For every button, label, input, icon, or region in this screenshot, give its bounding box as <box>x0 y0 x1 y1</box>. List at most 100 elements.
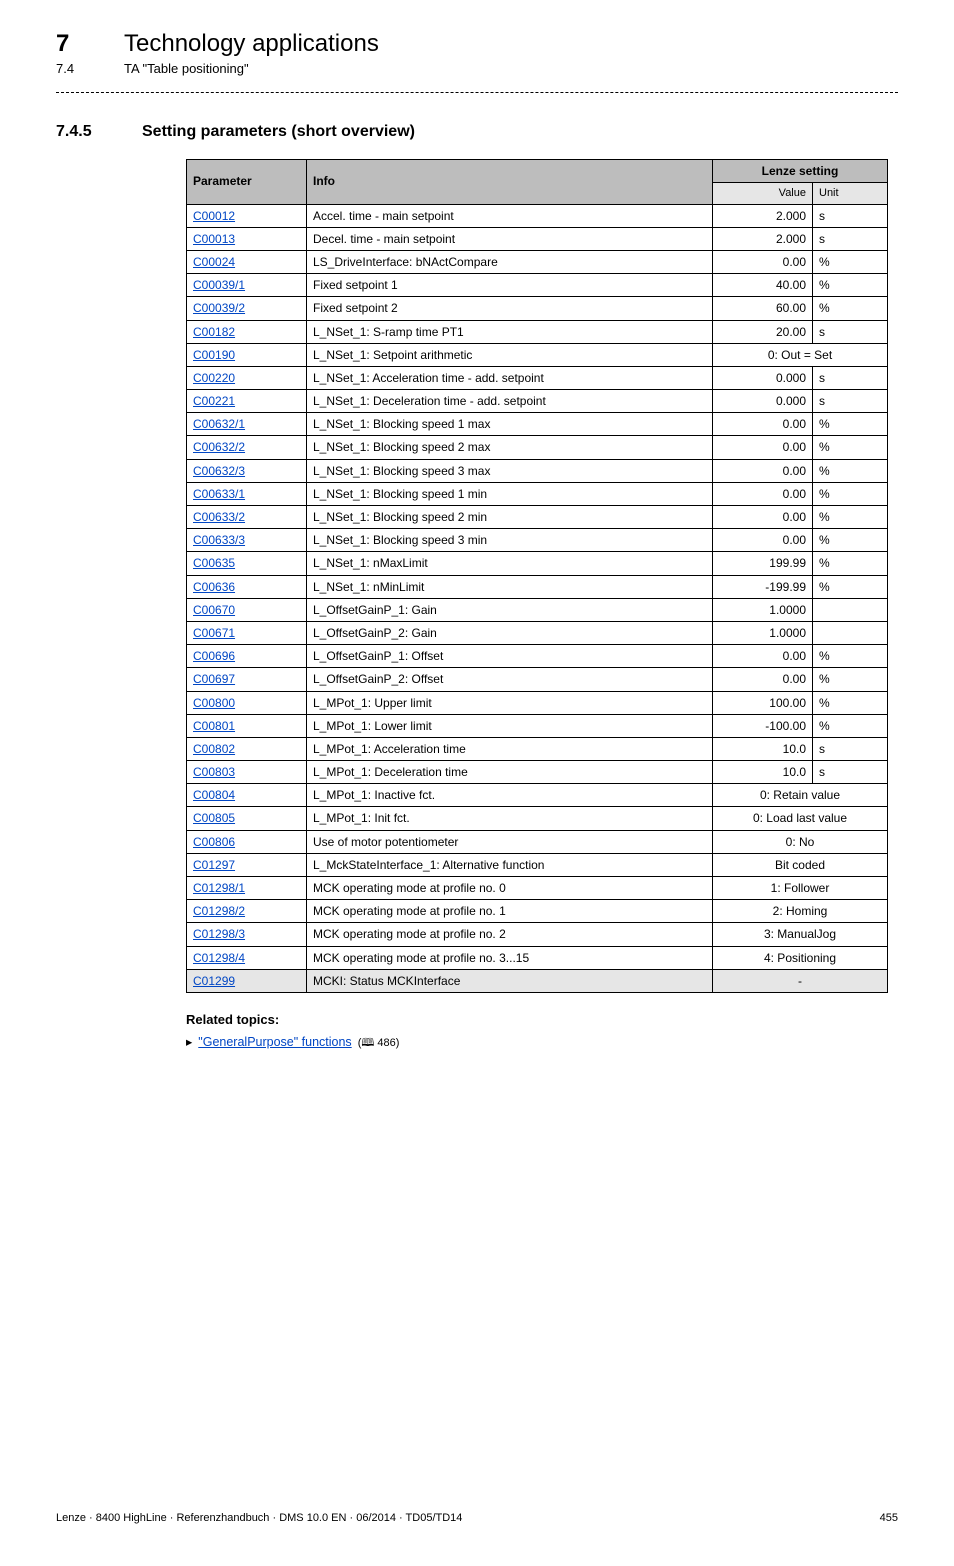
table-row: C00671L_OffsetGainP_2: Gain1.0000 <box>187 621 888 644</box>
value-cell: 0: Load last value <box>713 807 888 830</box>
table-row: C01298/2 MCK operating mode at profile no… <box>187 900 888 923</box>
unit-cell: % <box>813 506 888 529</box>
subchapter-number: 7.4 <box>56 60 106 78</box>
unit-cell: % <box>813 413 888 436</box>
param-link[interactable]: C00632/1 <box>193 417 245 431</box>
param-cell: C00632/1 <box>187 413 307 436</box>
table-header-row: Parameter Info Lenze setting <box>187 159 888 182</box>
info-cell: Fixed setpoint 1 <box>307 274 713 297</box>
info-cell: MCK operating mode at profile no. 1 <box>307 900 713 923</box>
param-link[interactable]: C00805 <box>193 811 235 825</box>
info-cell: Fixed setpoint 2 <box>307 297 713 320</box>
table-row: C01298/1 MCK operating mode at profile no… <box>187 877 888 900</box>
value-cell: - <box>713 969 888 992</box>
param-link[interactable]: C00635 <box>193 556 235 570</box>
param-link[interactable]: C00804 <box>193 788 235 802</box>
param-link[interactable]: C00039/2 <box>193 301 245 315</box>
param-link[interactable]: C00633/1 <box>193 487 245 501</box>
value-cell: 40.00 <box>713 274 813 297</box>
unit-cell: % <box>813 714 888 737</box>
param-link[interactable]: C01298/3 <box>193 927 245 941</box>
value-cell: 20.00 <box>713 320 813 343</box>
param-link[interactable]: C00220 <box>193 371 235 385</box>
param-link[interactable]: C01297 <box>193 858 235 872</box>
info-cell: L_MPot_1: Upper limit <box>307 691 713 714</box>
param-link[interactable]: C00636 <box>193 580 235 594</box>
param-cell: C00802 <box>187 737 307 760</box>
value-cell: 0.00 <box>713 506 813 529</box>
param-link[interactable]: C00801 <box>193 719 235 733</box>
param-link[interactable]: C01299 <box>193 974 235 988</box>
param-link[interactable]: C00013 <box>193 232 235 246</box>
param-link[interactable]: C01298/2 <box>193 904 245 918</box>
table-row: C00697L_OffsetGainP_2: Offset0.00% <box>187 668 888 691</box>
chapter-number: 7 <box>56 28 106 60</box>
param-cell: C00221 <box>187 390 307 413</box>
table-row: C00800L_MPot_1: Upper limit100.00% <box>187 691 888 714</box>
separator-dashed <box>56 92 898 93</box>
param-cell: C00635 <box>187 552 307 575</box>
param-link[interactable]: C00633/3 <box>193 533 245 547</box>
unit-cell: % <box>813 668 888 691</box>
table-row: C00013Decel. time - main setpoint2.000s <box>187 227 888 250</box>
unit-cell: s <box>813 737 888 760</box>
unit-cell: s <box>813 366 888 389</box>
param-link[interactable]: C00697 <box>193 672 235 686</box>
table-row: C00670L_OffsetGainP_1: Gain1.0000 <box>187 598 888 621</box>
param-link[interactable]: C00806 <box>193 835 235 849</box>
param-link[interactable]: C00802 <box>193 742 235 756</box>
unit-cell: % <box>813 691 888 714</box>
unit-cell: % <box>813 645 888 668</box>
value-cell: Bit coded <box>713 853 888 876</box>
param-cell: C00800 <box>187 691 307 714</box>
param-link[interactable]: C00632/2 <box>193 440 245 454</box>
param-link[interactable]: C00632/3 <box>193 464 245 478</box>
parameters-table: Parameter Info Lenze setting Value Unit … <box>186 159 888 993</box>
info-cell: L_MckStateInterface_1: Alternative funct… <box>307 853 713 876</box>
param-cell: C00632/3 <box>187 459 307 482</box>
param-link[interactable]: C00696 <box>193 649 235 663</box>
param-link[interactable]: C01298/1 <box>193 881 245 895</box>
table-row: C00802L_MPot_1: Acceleration time10.0s <box>187 737 888 760</box>
related-topics: Related topics: ▸ "GeneralPurpose" funct… <box>186 1011 898 1051</box>
param-link[interactable]: C00803 <box>193 765 235 779</box>
related-link[interactable]: "GeneralPurpose" functions <box>198 1034 351 1051</box>
param-cell: C01298/4 <box>187 946 307 969</box>
info-cell: LS_DriveInterface: bNActCompare <box>307 250 713 273</box>
value-cell: 2: Homing <box>713 900 888 923</box>
value-cell: 3: ManualJog <box>713 923 888 946</box>
unit-cell: % <box>813 529 888 552</box>
param-link[interactable]: C00800 <box>193 696 235 710</box>
info-cell: L_NSet_1: nMaxLimit <box>307 552 713 575</box>
table-row: C00012Accel. time - main setpoint2.000s <box>187 204 888 227</box>
param-link[interactable]: C00190 <box>193 348 235 362</box>
unit-cell: % <box>813 436 888 459</box>
param-link[interactable]: C00039/1 <box>193 278 245 292</box>
param-cell: C00805 <box>187 807 307 830</box>
value-cell: 0.00 <box>713 459 813 482</box>
unit-cell: s <box>813 761 888 784</box>
param-cell: C00633/3 <box>187 529 307 552</box>
unit-cell <box>813 621 888 644</box>
unit-cell: % <box>813 552 888 575</box>
value-cell: 1.0000 <box>713 598 813 621</box>
col-unit: Unit <box>813 182 888 204</box>
info-cell: L_NSet_1: Blocking speed 2 max <box>307 436 713 459</box>
param-link[interactable]: C00671 <box>193 626 235 640</box>
info-cell: MCKI: Status MCKInterface <box>307 969 713 992</box>
info-cell: L_NSet_1: Blocking speed 1 min <box>307 482 713 505</box>
param-link[interactable]: C00024 <box>193 255 235 269</box>
param-link[interactable]: C00633/2 <box>193 510 245 524</box>
param-link[interactable]: C00182 <box>193 325 235 339</box>
table-row: C00039/1Fixed setpoint 140.00% <box>187 274 888 297</box>
table-row: C00182L_NSet_1: S-ramp time PT120.00s <box>187 320 888 343</box>
info-cell: MCK operating mode at profile no. 0 <box>307 877 713 900</box>
param-link[interactable]: C00012 <box>193 209 235 223</box>
param-cell: C00633/2 <box>187 506 307 529</box>
param-link[interactable]: C00221 <box>193 394 235 408</box>
param-link[interactable]: C00670 <box>193 603 235 617</box>
value-cell: 1.0000 <box>713 621 813 644</box>
param-link[interactable]: C01298/4 <box>193 951 245 965</box>
table-row: C00801L_MPot_1: Lower limit-100.00% <box>187 714 888 737</box>
info-cell: Accel. time - main setpoint <box>307 204 713 227</box>
